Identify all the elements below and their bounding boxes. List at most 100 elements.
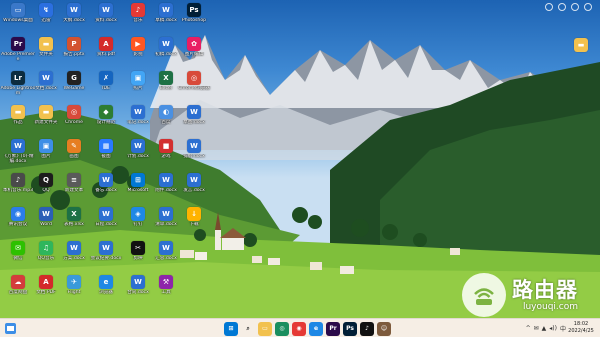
app-icon: W (187, 173, 201, 187)
desktop-icon-label: 资料.pdf (96, 52, 116, 57)
tray-icon[interactable]: ▲ (542, 325, 547, 332)
app-icon: ♫ (39, 241, 53, 255)
app-icon: ♪ (11, 173, 25, 187)
desktop-icon[interactable]: P 报告.pptx (58, 37, 90, 57)
taskbar-app-icon[interactable]: Ps (343, 321, 357, 336)
desktop-icon[interactable]: W 草图.docx (178, 105, 210, 125)
app-icon: P (67, 37, 81, 51)
desktop-icon[interactable]: W 汇总.docx (150, 241, 182, 261)
taskbar-app-icon[interactable]: ▭ (258, 321, 272, 336)
widget-icon[interactable] (545, 3, 553, 11)
desktop-icon-label: 图片编辑 (184, 52, 204, 57)
desktop-icon-label: 资料.docx (95, 18, 117, 23)
app-icon: W (159, 3, 173, 17)
watermark: 路由器 luyouqi.com (462, 273, 578, 317)
app-icon: ◈ (131, 207, 145, 221)
taskbar-app-icon[interactable]: ◉ (292, 321, 306, 336)
desktop-icon[interactable]: X 表格.xlsx (58, 207, 90, 227)
app-icon: Lr (11, 71, 25, 85)
desktop-icon-grid: ▭ Windows桌面 Pr Adobe Premiere Lr Adobe Lightr… (0, 0, 600, 318)
app-icon: ✈ (67, 275, 81, 289)
desktop-icon-label: 方案.docx (63, 256, 85, 261)
folder-icon: ▬ (574, 38, 588, 52)
app-icon: ▣ (39, 139, 53, 153)
app-icon: ▶ (131, 37, 145, 51)
app-icon: W (99, 173, 113, 187)
app-icon: G (67, 71, 81, 85)
desktop-icon[interactable]: ◎ Chrome (58, 105, 90, 125)
desktop-icon-label: 截图 (101, 154, 111, 159)
desktop-icon[interactable]: ✈ Flight (58, 275, 90, 295)
desktop-icon[interactable]: ◎ Chrome浏览器 (178, 71, 210, 91)
taskbar-app-icon[interactable]: ◎ (275, 321, 289, 336)
app-icon: W (67, 3, 81, 17)
desktop-icon-label: 新建文本 (64, 188, 84, 193)
desktop-icon[interactable]: G WeGame (58, 71, 90, 91)
app-icon: ▬ (11, 105, 25, 119)
desktop-icon-label: 提纲.docx (183, 154, 205, 159)
desktop-icon-label: 工具 (161, 290, 171, 295)
taskbar-app-icon[interactable]: ☺ (377, 321, 391, 336)
app-icon: W (39, 207, 53, 221)
desktop-icon[interactable]: ✿ 图片编辑 (178, 37, 210, 57)
desktop-icon-label: 大纲.docx (63, 18, 85, 23)
desktop-icon[interactable]: Ps Photoshop (178, 3, 210, 23)
app-icon: ↓ (187, 207, 201, 221)
desktop-icon-label: 汇总.docx (155, 256, 177, 261)
widget-icon[interactable] (584, 3, 592, 11)
desktop-icon[interactable]: ≡ 新建文本 (58, 173, 90, 193)
desktop-icon[interactable]: W 方案.docx (58, 241, 90, 261)
app-icon: ▣ (131, 71, 145, 85)
app-icon: W (99, 3, 113, 17)
desktop-icon[interactable]: ↓ 下载 (178, 207, 210, 227)
desktop-icon[interactable]: W 会议纪要.docx (90, 241, 122, 261)
desktop-icon-label: Photoshop (181, 18, 207, 23)
desktop-icon-label: Chrome (64, 120, 84, 125)
desktop-icon[interactable]: ⚒ 工具 (150, 275, 182, 295)
widgets-icon[interactable] (5, 323, 16, 334)
desktop-icon[interactable]: W 提纲.docx (178, 139, 210, 159)
taskbar-app-icon[interactable]: Pr (326, 321, 340, 336)
desktop-icon-label: 设计规范 (96, 120, 116, 125)
desktop-icon[interactable]: ✗ IDE (90, 71, 122, 91)
desktop-icon[interactable]: ◆ 设计规范 (90, 105, 122, 125)
app-icon: W (39, 71, 53, 85)
app-icon: Q (39, 173, 53, 187)
tray-icon[interactable]: ◂)) (549, 325, 557, 332)
app-icon: ☁ (11, 275, 25, 289)
desktop-icon[interactable]: A 资料.pdf (90, 37, 122, 57)
app-icon: W (159, 241, 173, 255)
desktop-icon[interactable]: W 发言.docx (178, 173, 210, 193)
app-icon: ♪ (131, 3, 145, 17)
app-icon: ▬ (39, 37, 53, 51)
desktop-icon-label: 浏览器 (99, 290, 113, 295)
desktop-icon[interactable]: W 资料.docx (90, 3, 122, 23)
router-logo-icon (462, 273, 506, 317)
widget-icon[interactable] (558, 3, 566, 11)
watermark-url: luyouqi.com (522, 301, 578, 312)
app-icon: W (187, 105, 201, 119)
app-icon: W (159, 173, 173, 187)
widget-icon[interactable] (571, 3, 579, 11)
tray-icon[interactable]: ^ (526, 325, 531, 332)
taskbar-apps: ⊞ ⌕ ▭ ◎ ◉ e Pr Ps ♪ ☺ (224, 321, 391, 336)
app-icon: e (99, 275, 113, 289)
desktop-icon[interactable]: W 大纲.docx (58, 3, 90, 23)
desktop-icon-label: Flight (67, 290, 81, 295)
taskbar-app-icon[interactable]: ⌕ (241, 322, 255, 336)
desktop-icon[interactable]: ✎ 画图 (58, 139, 90, 159)
taskbar-app-icon[interactable]: ⊞ (224, 321, 238, 336)
desktop-icon[interactable]: W 日程.docx (90, 207, 122, 227)
app-icon: W (187, 139, 201, 153)
clock[interactable]: 18:02 2022/4/25 (566, 321, 596, 335)
desktop-icon-label: Chrome浏览器 (178, 86, 210, 91)
desktop-icon[interactable]: ▦ 截图 (90, 139, 122, 159)
taskbar-app-icon[interactable]: e (309, 321, 323, 336)
taskbar-app-icon[interactable]: ♪ (360, 321, 374, 336)
tray-icon[interactable]: ✉ (534, 325, 539, 332)
desktop-icon[interactable]: W 备忘.docx (90, 173, 122, 193)
desktop-icon[interactable]: e 浏览器 (90, 275, 122, 295)
app-icon: Ps (187, 3, 201, 17)
app-icon: ◆ (99, 105, 113, 119)
desktop-icon-folder[interactable]: ▬ (565, 38, 597, 52)
